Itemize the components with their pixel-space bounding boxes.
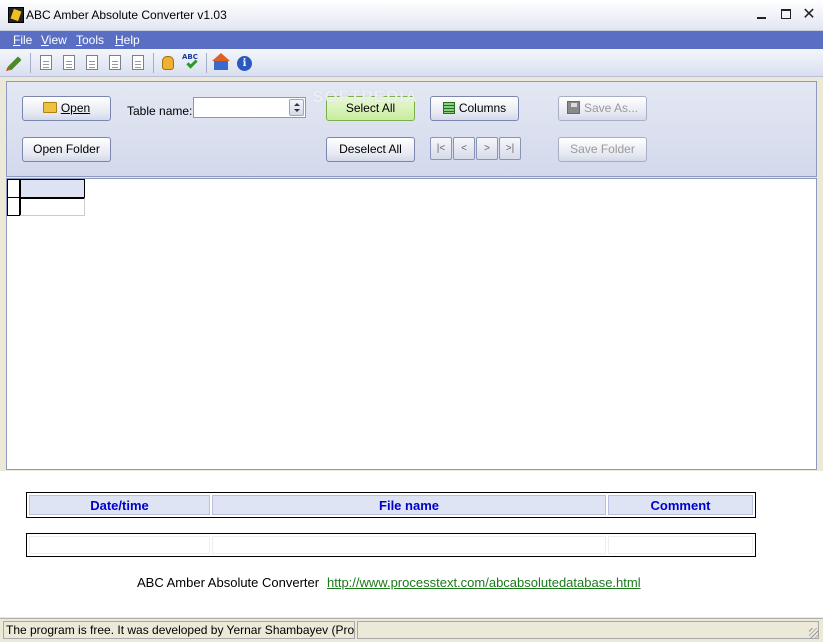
grid-header-cell[interactable] [20,179,85,198]
dropdown-arrow-icon[interactable] [289,99,304,116]
export-xls-icon[interactable] [36,53,56,73]
footer-app-name: ABC Amber Absolute Converter [137,575,320,590]
title-bar[interactable]: ABC Amber Absolute Converter v1.03 ✕ [0,0,823,31]
watermark: SOFTPEDIA [312,87,419,106]
log-header-filename: File name [212,495,606,515]
maximize-button[interactable] [776,6,796,24]
log-area: Date/time File name Comment ABC Amber Ab… [0,471,823,617]
minimize-button[interactable] [752,6,772,24]
nav-first-button[interactable]: |< [430,137,452,160]
export-rtf-icon[interactable] [128,53,148,73]
app-window: ABC Amber Absolute Converter v1.03 ✕ Fil… [0,0,823,642]
grid-corner-cell [7,179,21,198]
columns-icon [442,101,455,114]
status-bar: The program is free. It was developed by… [0,618,823,642]
pencil-icon[interactable] [4,53,24,73]
status-pane-secondary [357,621,819,639]
nav-prev-button[interactable]: < [453,137,475,160]
menu-bar: File View Tools Help [0,31,823,49]
save-folder-button[interactable]: Save Folder [558,137,647,162]
table-name-label: Table name: [127,104,193,118]
maximize-icon [781,9,791,19]
save-as-button[interactable]: Save As... [558,96,647,121]
status-text: The program is free. It was developed by… [3,621,355,639]
columns-button[interactable]: Columns [430,96,519,121]
log-cell-datetime [29,536,210,554]
grid-row-header-cell[interactable] [7,197,21,216]
table-name-select[interactable] [193,97,306,118]
deselect-all-button[interactable]: Deselect All [326,137,415,162]
app-icon[interactable] [8,7,24,23]
export-html-icon[interactable] [105,53,125,73]
close-button[interactable]: ✕ [799,6,819,24]
footer-url-link[interactable]: http://www.processtext.com/abcabsoluteda… [327,575,641,590]
toolbar: ABC i [0,49,823,77]
menu-view[interactable]: View [41,32,67,48]
save-as-button-label: Save As... [583,101,639,115]
open-button-label: Open [60,101,91,115]
menu-help[interactable]: Help [115,32,140,48]
nav-next-button[interactable]: > [476,137,498,160]
toolbar-separator [206,53,207,73]
minimize-icon [757,17,766,19]
log-cell-comment [608,536,753,554]
close-icon: ✕ [802,6,816,23]
spellcheck-icon[interactable]: ABC [181,53,201,73]
window-title: ABC Amber Absolute Converter v1.03 [26,8,227,22]
info-icon[interactable]: i [234,53,254,73]
menu-tools[interactable]: Tools [76,32,104,48]
toolbar-separator [30,53,31,73]
columns-button-label: Columns [458,101,507,115]
hand-icon[interactable] [158,53,178,73]
save-disk-icon [566,101,580,115]
grid-data-cell[interactable] [20,197,85,216]
log-cell-filename [212,536,606,554]
export-doc-icon[interactable] [59,53,79,73]
log-header-datetime: Date/time [29,495,210,515]
folder-open-icon [42,102,57,114]
menu-file[interactable]: File [13,32,32,48]
export-pdf-icon[interactable] [82,53,102,73]
nav-last-button[interactable]: >| [499,137,521,160]
log-header-comment: Comment [608,495,753,515]
home-icon[interactable] [211,53,231,73]
log-header-table: Date/time File name Comment [26,492,756,518]
toolbar-separator [153,53,154,73]
open-button[interactable]: Open [22,96,111,121]
log-row [26,533,756,557]
open-folder-button[interactable]: Open Folder [22,137,111,162]
resize-grip-icon[interactable] [809,628,819,638]
data-grid[interactable] [6,178,817,470]
